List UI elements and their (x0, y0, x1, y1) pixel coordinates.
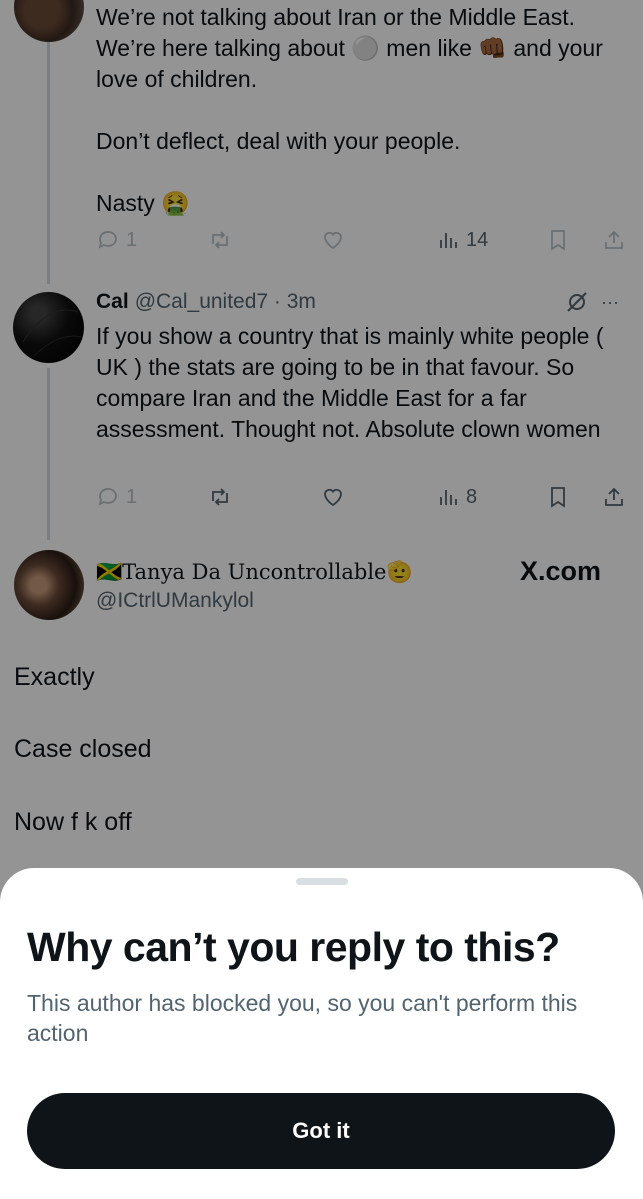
bottom-sheet: Why can’t you reply to this? This author… (0, 868, 643, 1199)
sheet-description: This author has blocked you, so you can'… (27, 990, 578, 1046)
sheet-drag-handle[interactable] (296, 878, 348, 885)
got-it-button[interactable]: Got it (27, 1093, 615, 1169)
sheet-title: Why can’t you reply to this? (27, 924, 560, 970)
